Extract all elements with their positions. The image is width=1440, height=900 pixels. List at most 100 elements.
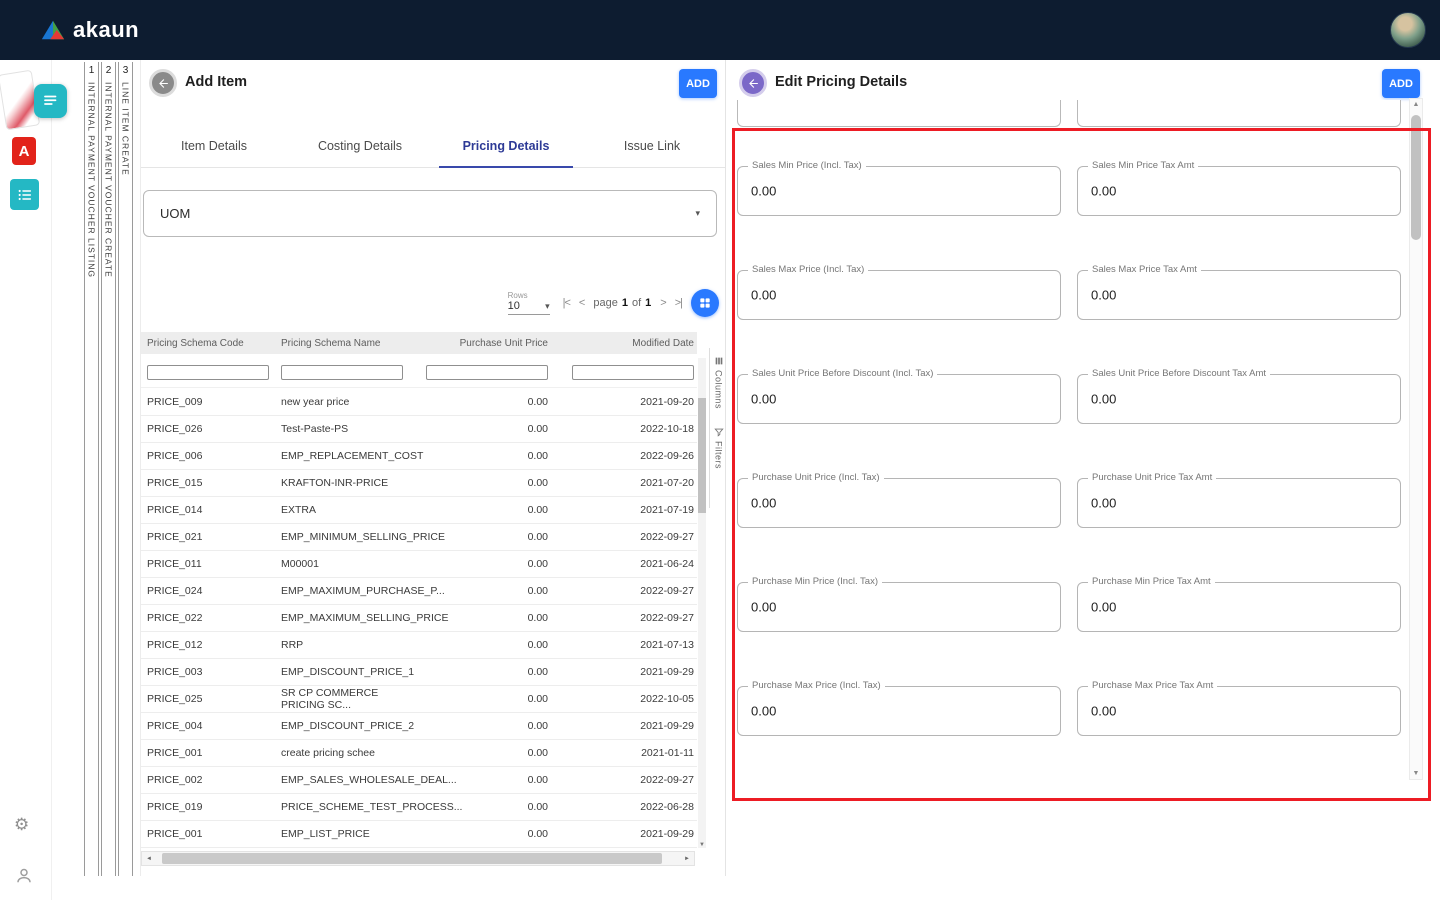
tab-issue-link[interactable]: Issue Link [579, 125, 725, 167]
table-row[interactable]: PRICE_015 KRAFTON-INR-PRICE 0.00 2021-07… [141, 470, 697, 497]
first-page-button[interactable]: |< [563, 297, 570, 309]
scrollbar-thumb[interactable] [698, 398, 706, 513]
settings-gear-icon[interactable]: ⚙ [14, 815, 29, 835]
column-purchase-unit-price[interactable]: Purchase Unit Price [423, 338, 548, 349]
pricing-field[interactable]: Sales Min Price Tax Amt 0.00 [1077, 166, 1401, 216]
vertical-tab-number: 3 [123, 62, 129, 76]
pricing-field[interactable]: Sales Min Price (Incl. Tax) 0.00 [737, 166, 1061, 216]
pricing-table-rows: PRICE_009 new year price 0.00 2021-09-20… [141, 389, 697, 848]
add-button[interactable]: ADD [1382, 69, 1420, 98]
pricing-field[interactable]: Sales Max Price Tax Amt 0.00 [1077, 270, 1401, 320]
panel-vertical-scrollbar[interactable]: ▲ ▼ [1409, 98, 1423, 780]
scroll-left-icon[interactable]: ◄ [142, 856, 156, 862]
cell-pricing-schema-code: PRICE_009 [141, 396, 281, 408]
apps-grid-button[interactable] [691, 289, 719, 317]
column-pricing-schema-code[interactable]: Pricing Schema Code [141, 338, 281, 349]
table-row[interactable]: PRICE_001 EMP_LIST_PRICE 0.00 2021-09-29 [141, 821, 697, 848]
cell-pricing-schema-code: PRICE_004 [141, 720, 281, 732]
table-row[interactable]: PRICE_026 Test-Paste-PS 0.00 2022-10-18 [141, 416, 697, 443]
scroll-down-icon[interactable]: ▼ [1410, 770, 1422, 777]
field-label: Purchase Min Price (Incl. Tax) [748, 576, 882, 587]
filter-code-input[interactable] [147, 365, 269, 380]
field-value: 0.00 [1091, 392, 1116, 407]
table-horizontal-scrollbar[interactable]: ◄ ► [141, 851, 695, 866]
scroll-down-icon[interactable]: ▼ [698, 842, 706, 848]
vertical-tab-internal-payment-voucher-listing[interactable]: 1 INTERNAL PAYMENT VOUCHER LISTING [84, 62, 99, 876]
table-vertical-scrollbar[interactable]: ▼ [698, 358, 706, 848]
playlist-menu-button[interactable] [34, 84, 67, 118]
scrollbar-track[interactable] [156, 852, 680, 865]
tab-item-details[interactable]: Item Details [141, 125, 287, 167]
table-row[interactable]: PRICE_019 PRICE_SCHEME_TEST_PROCESS... 0… [141, 794, 697, 821]
field-value: 0.00 [1091, 288, 1116, 303]
scrollbar-thumb[interactable] [162, 853, 662, 864]
tab-pricing-details[interactable]: Pricing Details [433, 125, 579, 167]
prev-page-button[interactable]: < [579, 297, 584, 309]
field-value: 0.00 [751, 288, 776, 303]
partial-field-right[interactable] [1077, 100, 1401, 127]
column-pricing-schema-name[interactable]: Pricing Schema Name [281, 338, 423, 349]
pdf-icon[interactable]: A [12, 137, 36, 165]
table-row[interactable]: PRICE_006 EMP_REPLACEMENT_COST 0.00 2022… [141, 443, 697, 470]
scroll-up-icon[interactable]: ▲ [1410, 101, 1422, 108]
table-row[interactable]: PRICE_004 EMP_DISCOUNT_PRICE_2 0.00 2021… [141, 713, 697, 740]
cell-pricing-schema-code: PRICE_014 [141, 504, 281, 516]
scrollbar-thumb[interactable] [1411, 115, 1421, 240]
table-row[interactable]: PRICE_025 SR CP COMMERCE PRICING SC... 0… [141, 686, 697, 713]
list-button[interactable] [10, 179, 39, 210]
cell-pricing-schema-name: EMP_LIST_PRICE [281, 828, 423, 840]
table-row[interactable]: PRICE_003 EMP_DISCOUNT_PRICE_1 0.00 2021… [141, 659, 697, 686]
cell-pricing-schema-code: PRICE_019 [141, 801, 281, 813]
pricing-field[interactable]: Purchase Unit Price Tax Amt 0.00 [1077, 478, 1401, 528]
vertical-tab-line-item-create[interactable]: 3 LINE ITEM CREATE [118, 62, 133, 876]
last-page-button[interactable]: >| [675, 297, 682, 309]
cell-purchase-unit-price: 0.00 [423, 612, 548, 624]
next-page-button[interactable]: > [660, 297, 665, 309]
uom-select[interactable]: UOM ▾ [143, 190, 717, 237]
cell-modified-date: 2021-09-29 [548, 828, 697, 840]
pricing-field[interactable]: Purchase Min Price (Incl. Tax) 0.00 [737, 582, 1061, 632]
table-row[interactable]: PRICE_001 create pricing schee 0.00 2021… [141, 740, 697, 767]
partial-field-left[interactable] [737, 100, 1061, 127]
user-avatar[interactable] [1390, 12, 1426, 48]
cell-purchase-unit-price: 0.00 [423, 693, 548, 705]
vertical-tab-internal-payment-voucher-create[interactable]: 2 INTERNAL PAYMENT VOUCHER CREATE [101, 62, 116, 876]
pricing-field[interactable]: Sales Unit Price Before Discount Tax Amt… [1077, 374, 1401, 424]
table-row[interactable]: PRICE_014 EXTRA 0.00 2021-07-19 [141, 497, 697, 524]
profile-icon[interactable] [15, 866, 33, 890]
pricing-field[interactable]: Sales Max Price (Incl. Tax) 0.00 [737, 270, 1061, 320]
cell-pricing-schema-name: PRICE_SCHEME_TEST_PROCESS... [281, 801, 423, 813]
column-modified-date[interactable]: Modified Date [548, 338, 697, 349]
back-button[interactable] [149, 69, 177, 97]
pricing-field[interactable]: Purchase Min Price Tax Amt 0.00 [1077, 582, 1401, 632]
table-row[interactable]: PRICE_022 EMP_MAXIMUM_SELLING_PRICE 0.00… [141, 605, 697, 632]
back-button[interactable] [739, 69, 767, 97]
scroll-right-icon[interactable]: ► [680, 856, 694, 862]
filter-name-input[interactable] [281, 365, 403, 380]
table-row[interactable]: PRICE_002 EMP_SALES_WHOLESALE_DEAL... 0.… [141, 767, 697, 794]
cell-pricing-schema-name: SR CP COMMERCE PRICING SC... [281, 687, 423, 711]
field-value: 0.00 [1091, 704, 1116, 719]
pricing-field[interactable]: Purchase Max Price Tax Amt 0.00 [1077, 686, 1401, 736]
cell-modified-date: 2021-01-11 [548, 747, 697, 759]
apps-grid-icon [698, 296, 712, 310]
cell-purchase-unit-price: 0.00 [423, 504, 548, 516]
add-button[interactable]: ADD [679, 69, 717, 98]
filter-price-input[interactable] [426, 365, 548, 380]
filters-label: Filters [714, 441, 724, 469]
filter-date-input[interactable] [572, 365, 694, 380]
table-row[interactable]: PRICE_012 RRP 0.00 2021-07-13 [141, 632, 697, 659]
table-row[interactable]: PRICE_024 EMP_MAXIMUM_PURCHASE_P... 0.00… [141, 578, 697, 605]
pricing-field[interactable]: Sales Unit Price Before Discount (Incl. … [737, 374, 1061, 424]
table-row[interactable]: PRICE_021 EMP_MINIMUM_SELLING_PRICE 0.00… [141, 524, 697, 551]
pricing-field[interactable]: Purchase Max Price (Incl. Tax) 0.00 [737, 686, 1061, 736]
brand-logo[interactable]: akaun [40, 17, 139, 43]
pricing-field[interactable]: Purchase Unit Price (Incl. Tax) 0.00 [737, 478, 1061, 528]
field-label: Purchase Unit Price Tax Amt [1088, 472, 1216, 483]
rows-per-page-select[interactable]: Rows 10 ▾ [508, 291, 550, 315]
filters-tool[interactable]: Filters [714, 427, 724, 469]
table-row[interactable]: PRICE_009 new year price 0.00 2021-09-20 [141, 389, 697, 416]
columns-tool[interactable]: Columns [714, 356, 724, 409]
table-row[interactable]: PRICE_011 M00001 0.00 2021-06-24 [141, 551, 697, 578]
tab-costing-details[interactable]: Costing Details [287, 125, 433, 167]
